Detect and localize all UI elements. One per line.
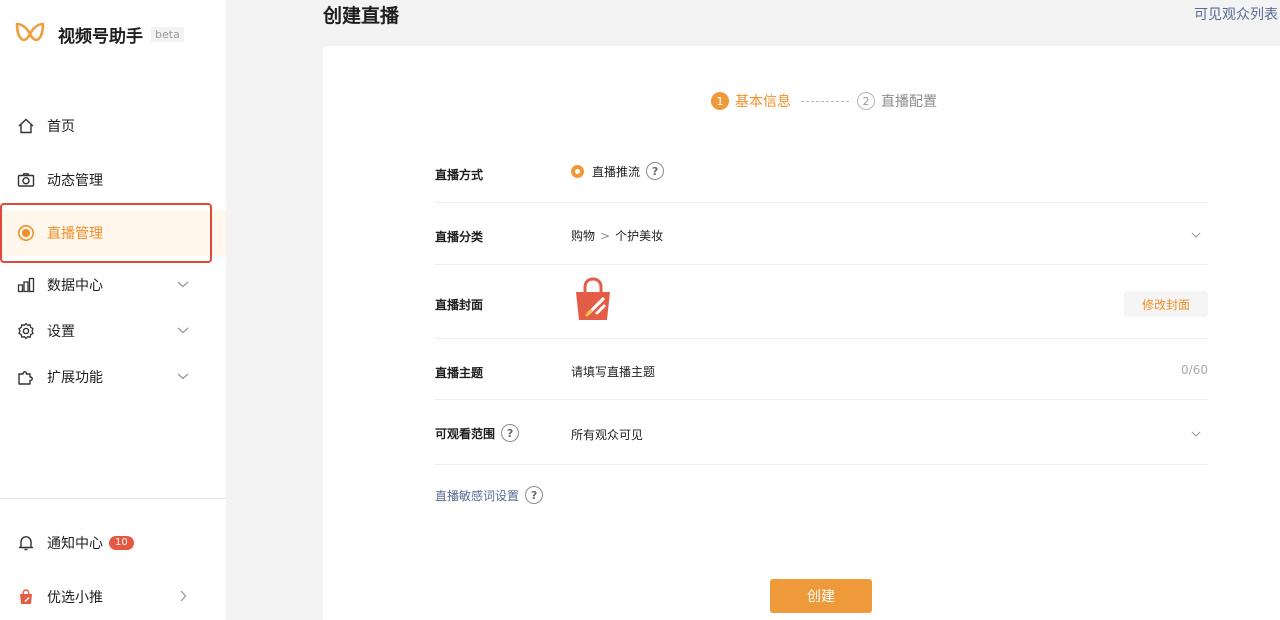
category-select[interactable]: 购物 > 个护美妆: [571, 227, 1208, 244]
sidebar-item-posts[interactable]: 动态管理: [0, 157, 226, 203]
help-icon[interactable]: ?: [646, 162, 665, 180]
form-row-visibility: 可观看范围 ? 所有观众可见: [435, 400, 1208, 465]
create-live-form-card: 1 基本信息 2 直播配置 直播方式 直播推流 ? 直播分类 购物 > 个护美妆…: [323, 46, 1280, 620]
mode-option-label: 直播推流: [592, 164, 641, 179]
brand[interactable]: 视频号助手 beta: [14, 18, 184, 50]
step-2-number: 2: [857, 92, 875, 110]
gear-icon: [17, 322, 35, 340]
beta-badge: beta: [151, 26, 184, 42]
visibility-value: 所有观众可见: [571, 428, 644, 442]
chevron-right-icon[interactable]: [176, 589, 190, 603]
chevron-down-icon[interactable]: [1190, 428, 1202, 440]
chevron-down-icon[interactable]: [1190, 229, 1202, 241]
category-child: 个护美妆: [615, 229, 664, 243]
help-icon[interactable]: ?: [525, 486, 544, 504]
sidebar-item-label: 动态管理: [47, 173, 103, 189]
form-row-category: 直播分类 购物 > 个护美妆: [435, 203, 1208, 265]
channels-logo-icon: [15, 22, 45, 42]
chevron-down-icon[interactable]: [176, 369, 190, 383]
home-icon: [17, 117, 35, 135]
visibility-select[interactable]: 所有观众可见: [571, 426, 1208, 443]
form-label: 直播主题: [435, 366, 484, 380]
sidebar-item-youxuan[interactable]: 优选小推: [0, 574, 226, 620]
page-title: 创建直播: [323, 5, 400, 27]
edit-cover-button[interactable]: 修改封面: [1124, 291, 1208, 317]
sidebar-divider: [0, 498, 226, 499]
step-1-number: 1: [711, 92, 729, 110]
sidebar-item-extensions[interactable]: 扩展功能: [0, 354, 226, 400]
form-label: 可观看范围: [435, 426, 496, 441]
form-label-group: 可观看范围 ?: [435, 424, 520, 442]
category-parent: 购物: [571, 229, 596, 243]
form-label: 直播方式: [435, 168, 484, 182]
category-separator: >: [600, 228, 611, 243]
step-1-label: 基本信息: [735, 94, 791, 110]
bar-chart-icon: [17, 276, 35, 294]
topic-input[interactable]: 请填写直播主题: [571, 363, 655, 380]
sidebar-item-label: 首页: [47, 119, 75, 135]
notification-count-badge: 10: [109, 536, 134, 550]
bell-icon: [17, 534, 35, 552]
chevron-down-icon[interactable]: [176, 277, 190, 291]
form-row-topic: 直播主题 请填写直播主题 0/60: [435, 339, 1208, 400]
form-label: 直播封面: [435, 298, 484, 312]
sidebar-item-label: 扩展功能: [47, 370, 103, 386]
visible-audience-list-link[interactable]: 可见观众列表: [1194, 4, 1278, 24]
create-button[interactable]: 创建: [770, 579, 872, 613]
form-row-mode: 直播方式 直播推流 ?: [435, 144, 1208, 203]
sidebar-item-notifications[interactable]: 通知中心 10: [0, 520, 226, 566]
sidebar-item-label: 设置: [47, 324, 75, 340]
sidebar-item-label: 通知中心: [47, 536, 103, 552]
brand-name: 视频号助手: [58, 26, 143, 47]
step-2-label: 直播配置: [881, 94, 937, 110]
sidebar-item-label: 优选小推: [47, 590, 103, 606]
form-label: 直播分类: [435, 230, 484, 244]
help-icon[interactable]: ?: [501, 424, 520, 442]
radio-checked-icon[interactable]: [571, 164, 584, 178]
topic-char-counter: 0/60: [1181, 363, 1208, 377]
stepper: 1 基本信息 2 直播配置: [711, 91, 937, 111]
cover-thumbnail[interactable]: [571, 276, 615, 322]
sensitive-words-link[interactable]: 直播敏感词设置 ?: [435, 486, 544, 504]
sensitive-words-label: 直播敏感词设置: [435, 488, 520, 503]
shopping-bag-icon: [17, 588, 35, 606]
step-connector: [801, 100, 849, 102]
sidebar: 视频号助手 beta 首页 动态管理 直播管理 数据中心 设置 扩展功能 通知中…: [0, 0, 226, 620]
shopping-bag-icon: [576, 277, 610, 320]
highlight-box: [0, 203, 212, 263]
chevron-down-icon[interactable]: [176, 323, 190, 337]
sidebar-item-home[interactable]: 首页: [0, 103, 226, 149]
sidebar-item-settings[interactable]: 设置: [0, 308, 226, 354]
sidebar-item-data-center[interactable]: 数据中心: [0, 262, 226, 308]
mode-radio-group[interactable]: 直播推流 ?: [571, 162, 665, 180]
camera-icon: [17, 171, 35, 189]
sidebar-item-label: 数据中心: [47, 278, 103, 294]
form-row-cover: 直播封面 修改封面: [435, 265, 1208, 339]
puzzle-icon: [17, 368, 35, 386]
